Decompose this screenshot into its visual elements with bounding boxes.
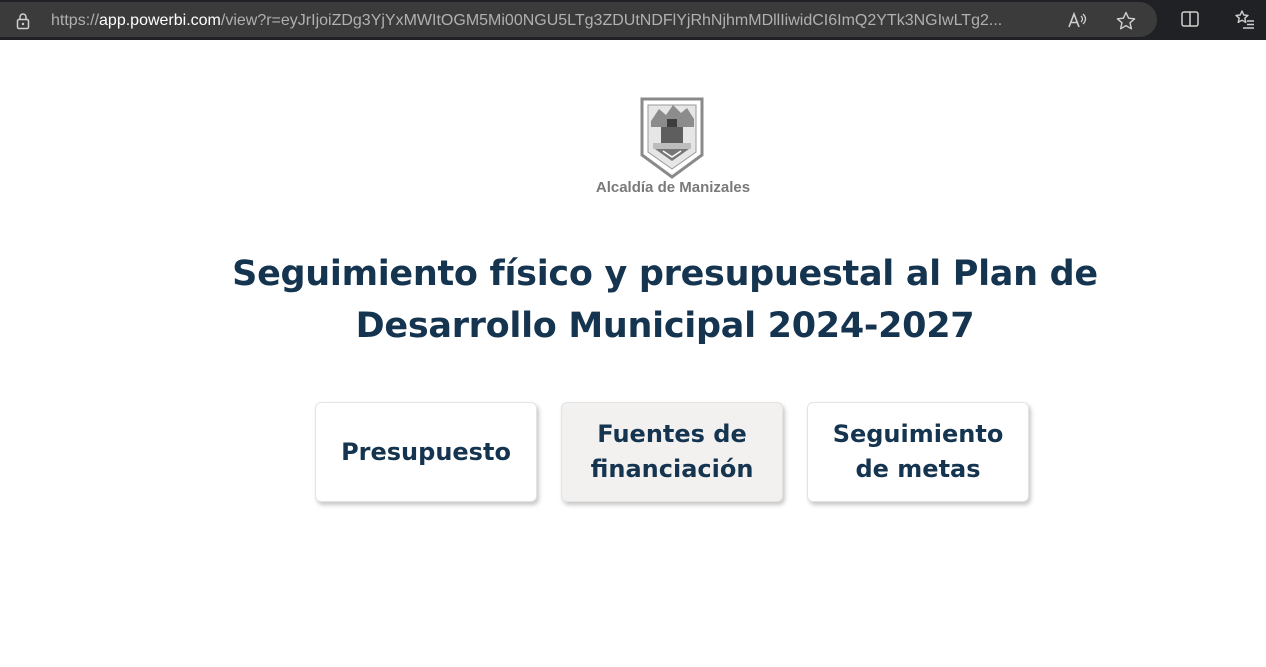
- url-host: app.powerbi.com: [99, 12, 221, 29]
- fuentes-financiacion-button[interactable]: Fuentes de financiación: [561, 402, 783, 502]
- favorites-list-icon[interactable]: [1234, 8, 1256, 30]
- favorite-star-icon[interactable]: [1115, 10, 1137, 32]
- page-title: Seguimiento físico y presupuestal al Pla…: [232, 254, 1098, 346]
- crest-icon: [640, 97, 704, 179]
- lock-icon[interactable]: [13, 11, 33, 31]
- org-name: Alcaldía de Manizales: [595, 179, 751, 196]
- report-canvas: Alcaldía de Manizales Seguimiento físico…: [0, 40, 1266, 667]
- read-aloud-icon[interactable]: [1066, 10, 1088, 32]
- url-prefix: https://: [51, 12, 100, 29]
- url-text[interactable]: https://app.powerbi.com/view?r=eyJrIjoiZ…: [51, 11, 1051, 31]
- browser-toolbar: https://app.powerbi.com/view?r=eyJrIjoiZ…: [0, 0, 1266, 40]
- address-bar[interactable]: https://app.powerbi.com/view?r=eyJrIjoiZ…: [0, 2, 1157, 37]
- url-path: /view?r=eyJrIjoiZDg3YjYxMWItOGM5Mi00NGU5…: [220, 12, 1003, 29]
- presupuesto-button[interactable]: Presupuesto: [315, 402, 537, 502]
- seguimiento-metas-button[interactable]: Seguimiento de metas: [807, 402, 1029, 502]
- split-screen-icon[interactable]: [1179, 8, 1201, 30]
